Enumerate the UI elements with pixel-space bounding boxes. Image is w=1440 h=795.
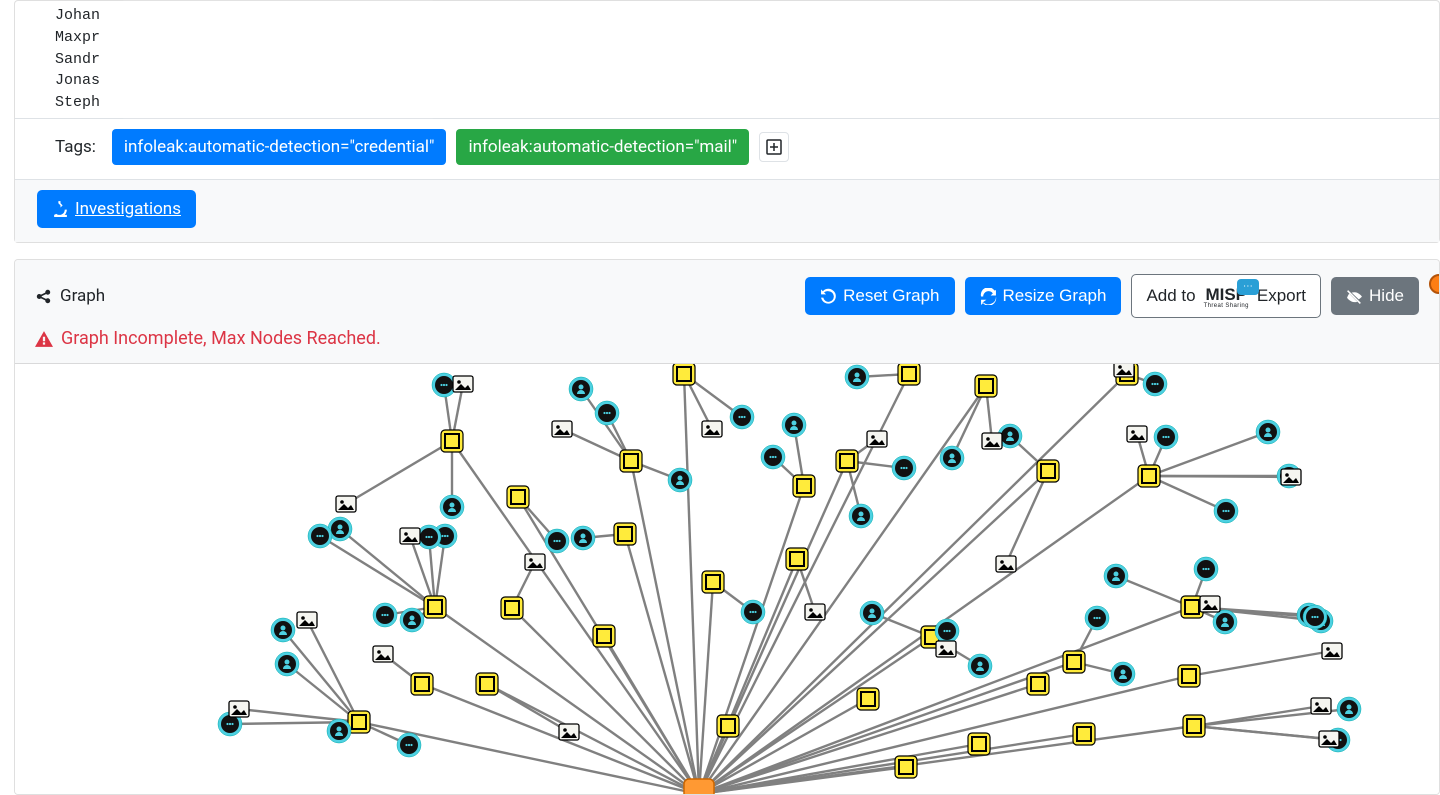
investigations-button[interactable]: Investigations	[37, 190, 196, 228]
code-word: Sandr	[55, 51, 100, 68]
add-to-label: Add to	[1146, 286, 1195, 306]
code-word: Johan	[55, 7, 100, 24]
add-to-misp-button[interactable]: Add to ⋯ MISP Threat Sharing Export	[1131, 274, 1321, 318]
microscope-icon	[52, 200, 69, 217]
resize-graph-button[interactable]: Resize Graph	[965, 277, 1122, 315]
graph-card: Graph Reset Graph Resize Graph Add to	[14, 259, 1440, 795]
code-word: Jonas	[55, 72, 100, 89]
misp-logo: ⋯ MISP Threat Sharing	[1204, 283, 1249, 309]
investigations-label: Investigations	[75, 199, 181, 219]
graph-title-text: Graph	[60, 286, 105, 306]
export-label: Export	[1257, 286, 1306, 306]
hide-label: Hide	[1369, 286, 1404, 306]
investigations-bar: Investigations	[15, 179, 1439, 242]
graph-warning-text: Graph Incomplete, Max Nodes Reached.	[61, 328, 381, 349]
graph-controls: Reset Graph Resize Graph Add to ⋯ MISP T…	[805, 274, 1419, 318]
graph-body[interactable]	[15, 364, 1439, 794]
sync-icon	[980, 288, 997, 305]
tags-row: Tags: infoleak:automatic-detection="cred…	[15, 118, 1439, 179]
hide-button[interactable]: Hide	[1331, 277, 1419, 315]
eye-slash-icon	[1346, 288, 1363, 305]
reset-graph-button[interactable]: Reset Graph	[805, 277, 954, 315]
tag-credential[interactable]: infoleak:automatic-detection="credential…	[112, 129, 447, 165]
graph-warning: Graph Incomplete, Max Nodes Reached.	[35, 328, 1419, 349]
misp-subtext: Threat Sharing	[1204, 303, 1249, 309]
add-tag-button[interactable]	[759, 132, 789, 162]
reset-graph-label: Reset Graph	[843, 286, 939, 306]
redaction-overlay	[123, 1, 433, 118]
speech-bubble-icon: ⋯	[1237, 279, 1259, 295]
graph-header: Graph Reset Graph Resize Graph Add to	[15, 260, 1439, 364]
warning-icon	[35, 330, 53, 348]
code-preview: Johan Maxpr Sandr Jonas Steph	[15, 1, 1439, 118]
plus-box-icon	[766, 139, 782, 155]
content-card: Johan Maxpr Sandr Jonas Steph Tags: info…	[14, 0, 1440, 243]
share-nodes-icon	[35, 288, 52, 305]
resize-graph-label: Resize Graph	[1003, 286, 1107, 306]
tag-mail[interactable]: infoleak:automatic-detection="mail"	[456, 129, 749, 165]
code-word: Steph	[55, 94, 100, 111]
orange-indicator	[1429, 274, 1440, 294]
tags-label: Tags:	[55, 137, 96, 157]
undo-icon	[820, 288, 837, 305]
code-word: Maxpr	[55, 29, 100, 46]
graph-title: Graph	[35, 286, 105, 306]
